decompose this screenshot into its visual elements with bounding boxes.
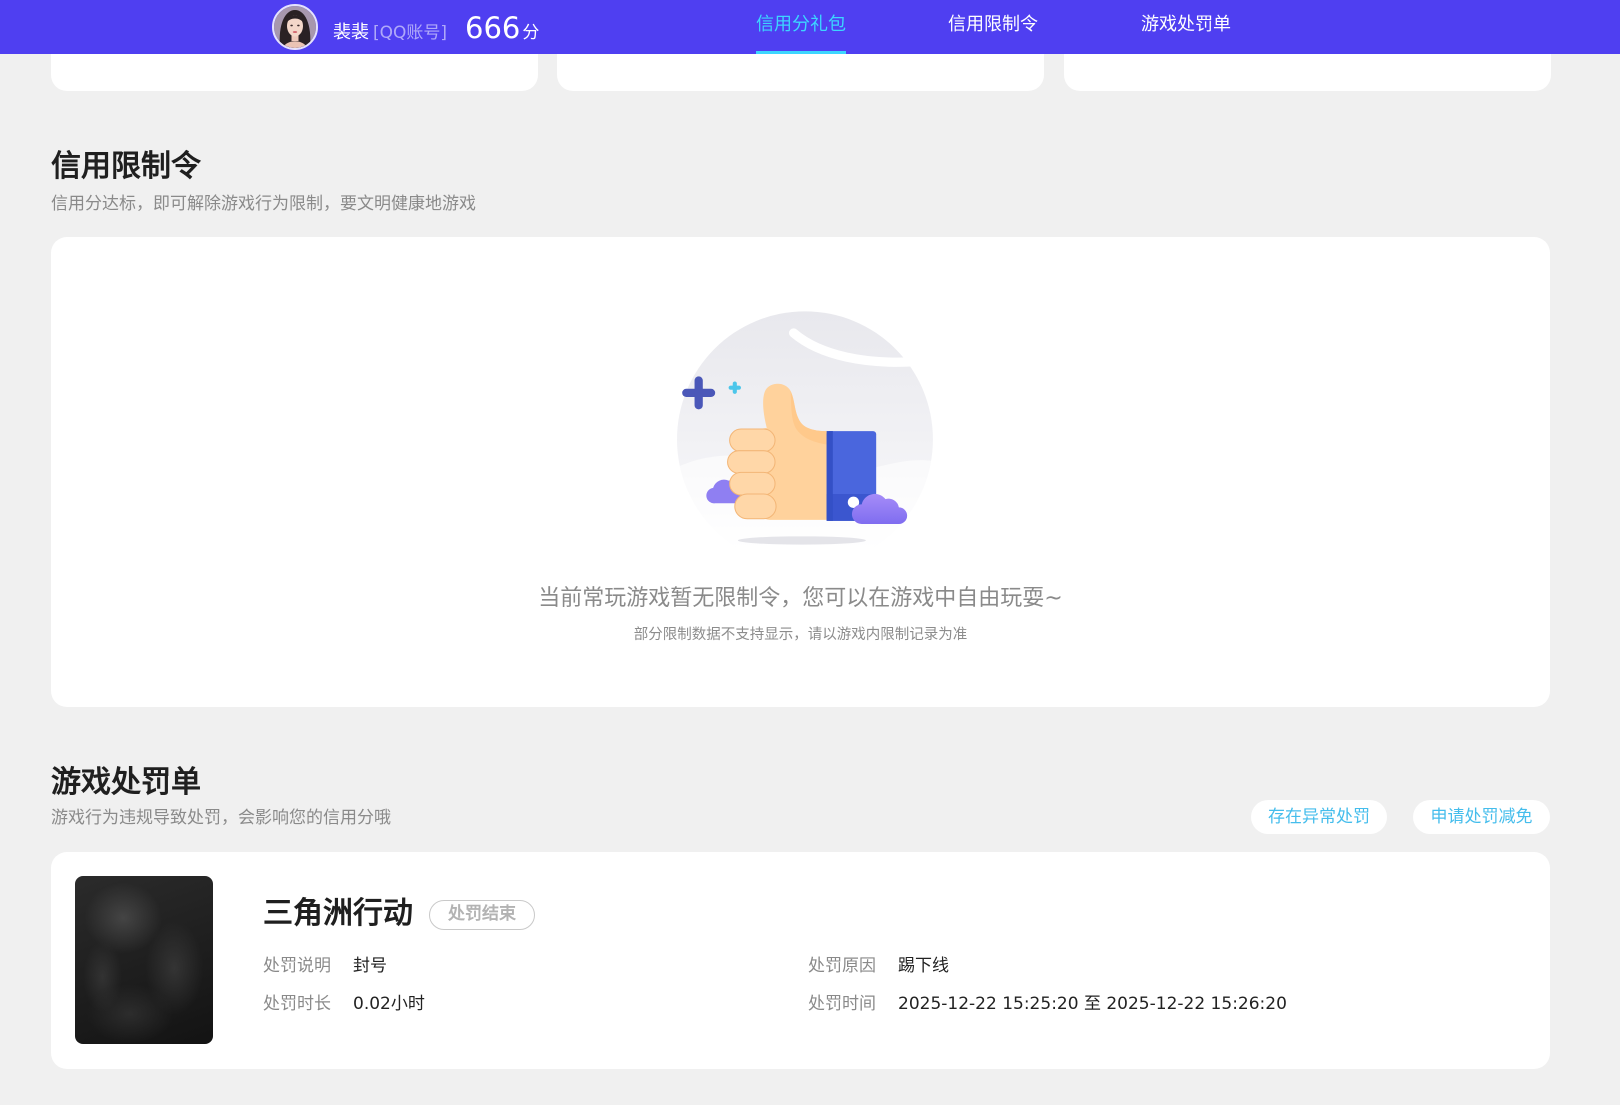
penalty-field-time: 处罚时间 2025-12-22 15:25:20 至 2025-12-22 15… <box>808 982 1308 1020</box>
credit-score-unit: 分 <box>522 23 540 43</box>
restriction-section-subtitle: 信用分达标，即可解除游戏行为限制，要文明健康地游戏 <box>51 194 476 214</box>
field-value: 2025-12-22 15:25:20 至 2025-12-22 15:26:2… <box>898 993 1287 1014</box>
report-abnormal-penalty-button[interactable]: 存在异常处罚 <box>1251 800 1387 834</box>
field-label: 处罚时长 <box>263 993 331 1014</box>
tab-credit-restriction[interactable]: 信用限制令 <box>948 0 1038 54</box>
status-badge: 处罚结束 <box>429 900 535 930</box>
field-value: 踢下线 <box>898 955 949 976</box>
tab-credit-gift[interactable]: 信用分礼包 <box>756 0 846 54</box>
credit-score: 666 <box>465 11 521 45</box>
penalty-details: 处罚说明 封号 处罚原因 踢下线 处罚时长 0.02小时 处罚时间 2025-1… <box>263 944 1308 1020</box>
user-text: 裴裴 [QQ账号] 666 分 <box>333 11 539 45</box>
empty-state-message: 当前常玩游戏暂无限制令，您可以在游戏中自由玩耍~ <box>538 586 1063 611</box>
penalty-record-card: 三角洲行动 处罚结束 处罚说明 封号 处罚原因 踢下线 处罚时长 0.02小时 … <box>51 852 1550 1069</box>
penalty-section-title: 游戏处罚单 <box>51 765 201 800</box>
penalty-field-duration: 处罚时长 0.02小时 <box>263 982 808 1020</box>
account-type: [QQ账号] <box>373 23 448 43</box>
illustration-shadow <box>737 536 866 545</box>
game-thumbnail <box>75 876 213 1044</box>
field-label: 处罚原因 <box>808 955 876 976</box>
apply-penalty-reduction-button[interactable]: 申请处罚减免 <box>1413 800 1550 834</box>
field-label: 处罚时间 <box>808 993 876 1014</box>
restriction-section-title: 信用限制令 <box>51 149 201 184</box>
top-nav-bar: 裴裴 [QQ账号] 666 分 信用分礼包 信用限制令 游戏处罚单 <box>0 0 1620 54</box>
restriction-empty-card: 当前常玩游戏暂无限制令，您可以在游戏中自由玩耍~ 部分限制数据不支持显示，请以游… <box>51 237 1550 707</box>
field-value: 封号 <box>353 955 387 976</box>
penalty-section-subtitle: 游戏行为违规导致处罚，会影响您的信用分哦 <box>51 808 391 828</box>
tab-game-penalty[interactable]: 游戏处罚单 <box>1141 0 1231 54</box>
user-avatar <box>272 4 318 50</box>
avatar-photo-icon <box>274 6 316 48</box>
penalty-field-description: 处罚说明 封号 <box>263 944 808 982</box>
user-info: 裴裴 [QQ账号] 666 分 <box>272 0 539 54</box>
game-title: 三角洲行动 <box>263 896 413 931</box>
field-value: 0.02小时 <box>353 993 425 1014</box>
user-name: 裴裴 <box>333 22 369 43</box>
empty-state-illustration <box>677 311 933 548</box>
empty-state-note: 部分限制数据不支持显示，请以游戏内限制记录为准 <box>633 627 968 643</box>
penalty-field-reason: 处罚原因 踢下线 <box>808 944 1308 982</box>
field-label: 处罚说明 <box>263 955 331 976</box>
